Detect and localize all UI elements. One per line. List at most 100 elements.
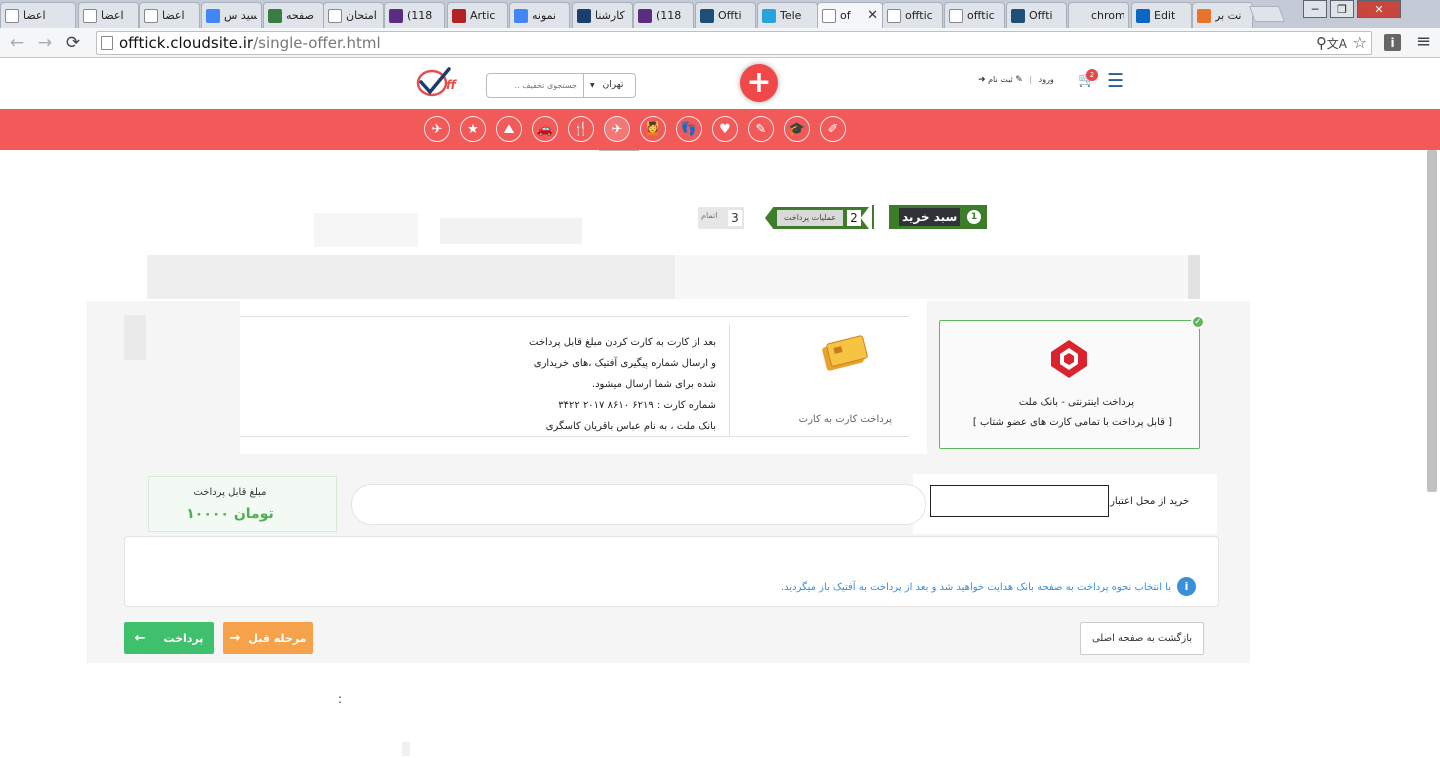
prev-step-button[interactable]: → مرحله قبل bbox=[223, 622, 313, 654]
cart-icon[interactable]: 🛒 2 bbox=[1078, 69, 1098, 90]
browser-tab[interactable]: Offti bbox=[1006, 2, 1067, 28]
browser-menu-icon[interactable]: ≡ bbox=[1416, 31, 1431, 52]
reload-button[interactable]: ⟳ bbox=[62, 32, 84, 54]
pay-button-label: پرداخت bbox=[163, 631, 204, 645]
category-icon[interactable]: ✎ bbox=[748, 116, 774, 142]
category-icon[interactable]: ♥ bbox=[712, 116, 738, 142]
tab-title: Tele bbox=[780, 9, 802, 22]
url-path: /single-offer.html bbox=[253, 34, 381, 52]
browser-tab[interactable]: of ✕ bbox=[817, 2, 883, 28]
browser-tab[interactable]: سید س bbox=[201, 2, 262, 28]
category-icon[interactable]: ✈ bbox=[424, 116, 450, 142]
category-icon[interactable]: ★ bbox=[460, 116, 486, 142]
city-value: تهران bbox=[602, 80, 624, 90]
credit-card-icon bbox=[820, 333, 870, 373]
browser-tab[interactable]: نمونه bbox=[509, 2, 570, 28]
scrollbar-thumb[interactable] bbox=[1427, 150, 1437, 492]
linkedin-icon bbox=[1136, 8, 1150, 23]
tab-title: نت بر bbox=[1215, 9, 1242, 22]
bank-option-title: پرداخت اینترنتی - بانک ملت bbox=[1018, 397, 1134, 408]
auth-links: ➜ ورود | ✎ ثبت نام bbox=[978, 75, 1054, 85]
doc-icon bbox=[822, 8, 836, 23]
minimize-button[interactable]: ─ bbox=[1303, 0, 1327, 18]
category-icon[interactable]: 🎓 bbox=[784, 116, 810, 142]
category-icon[interactable]: ✐ bbox=[820, 116, 846, 142]
browser-tab[interactable]: (118 bbox=[384, 2, 445, 28]
browser-tab[interactable]: اعضا bbox=[78, 2, 139, 28]
selected-check-icon: ✓ bbox=[1191, 315, 1205, 329]
doc-icon bbox=[949, 8, 963, 23]
telegram-icon bbox=[762, 8, 776, 23]
browser-tab[interactable]: chrome- bbox=[1068, 2, 1129, 28]
back-home-button[interactable]: بازگشت به صفحه اصلی bbox=[1080, 622, 1204, 655]
browser-tab[interactable]: نت بر bbox=[1192, 2, 1253, 28]
doc-icon bbox=[144, 8, 158, 23]
browser-tab[interactable]: اعضا bbox=[139, 2, 200, 28]
faded-panel bbox=[147, 255, 676, 299]
browser-tab[interactable]: صفحه bbox=[263, 2, 324, 28]
tab-title: Edit bbox=[1154, 9, 1176, 22]
city-select[interactable]: ▼ تهران bbox=[583, 74, 635, 97]
faded-panel bbox=[675, 255, 1200, 299]
step-1-cart[interactable]: سبد خرید 1 bbox=[889, 205, 987, 229]
bookmark-star-icon[interactable]: ☆ bbox=[1353, 32, 1367, 54]
credit-input[interactable] bbox=[351, 484, 926, 525]
maximize-button[interactable]: ❐ bbox=[1330, 0, 1354, 18]
browser-tab[interactable]: Edit bbox=[1131, 2, 1192, 28]
category-icon[interactable]: 💆 bbox=[640, 116, 666, 142]
browser-tab[interactable]: offtic bbox=[882, 2, 943, 28]
tab-title: اعضا bbox=[101, 9, 124, 22]
menu-icon[interactable]: ☰ bbox=[1107, 70, 1124, 92]
add-offer-button[interactable]: + bbox=[740, 64, 778, 102]
bank-mellat-option[interactable]: ✓ پرداخت اینترنتی - بانک ملت [ قابل پردا… bbox=[939, 315, 1205, 449]
extension-info-icon[interactable]: i bbox=[1384, 34, 1401, 51]
category-icon[interactable]: 👣 bbox=[676, 116, 702, 142]
tab-title: Artic bbox=[470, 9, 496, 22]
category-icon[interactable]: 🍴 bbox=[568, 116, 594, 142]
search-input[interactable] bbox=[487, 74, 583, 97]
new-tab-button[interactable] bbox=[1249, 6, 1285, 22]
faded-panel bbox=[1188, 255, 1200, 299]
browser-tab[interactable]: offtic bbox=[944, 2, 1005, 28]
bars-icon bbox=[452, 8, 466, 23]
page-scrollbar[interactable] bbox=[1424, 150, 1440, 758]
e-icon bbox=[1197, 8, 1211, 23]
back-button[interactable]: ← bbox=[6, 32, 28, 54]
card-option-title: پرداخت کارت به کارت bbox=[798, 414, 892, 425]
site-logo[interactable]: ff bbox=[416, 65, 462, 99]
zoom-icon[interactable]: ⚲ bbox=[1316, 32, 1327, 54]
tab-title: Offti bbox=[1029, 9, 1053, 22]
close-tab-icon[interactable]: ✕ bbox=[867, 8, 878, 23]
credit-checkbox[interactable] bbox=[930, 485, 1109, 517]
category-icon[interactable]: ⛰ bbox=[496, 116, 522, 142]
forward-button[interactable]: → bbox=[34, 32, 56, 54]
card-instructions: بعد از کارت به کارت کردن مبلغ قابل پرداخ… bbox=[480, 332, 716, 437]
category-icon[interactable]: 🚗 bbox=[532, 116, 558, 142]
bank-option-subtitle: [ قابل پرداخت با تمامی کارت های عضو شتاب… bbox=[972, 417, 1172, 428]
step-3-finish[interactable]: اتمام 3 bbox=[698, 207, 744, 229]
browser-tab[interactable]: Artic bbox=[447, 2, 508, 28]
browser-tab[interactable]: Offti bbox=[695, 2, 756, 28]
browser-tab[interactable]: (118 bbox=[633, 2, 694, 28]
step-2-payment[interactable]: عملیات پرداخت 2 bbox=[765, 207, 869, 229]
notice-box: i با انتخاب نحوه پرداخت به صفحه بانک هدا… bbox=[124, 536, 1219, 607]
step-3-number: 3 bbox=[728, 210, 742, 226]
close-window-button[interactable]: ✕ bbox=[1357, 0, 1401, 18]
browser-tab[interactable]: Tele bbox=[757, 2, 818, 28]
pay-button[interactable]: ← پرداخت bbox=[124, 622, 214, 654]
browser-toolbar: ← → ⟳ offtick.cloudsite.ir/single-offer.… bbox=[0, 28, 1440, 58]
register-link[interactable]: ثبت نام bbox=[988, 75, 1013, 84]
login-link[interactable]: ورود bbox=[1039, 75, 1054, 84]
category-icon[interactable]: ✈ bbox=[604, 116, 630, 142]
browser-tab[interactable]: کارشنا bbox=[572, 2, 633, 28]
b-icon bbox=[577, 8, 591, 23]
prev-button-label: مرحله قبل bbox=[248, 631, 307, 645]
translate-icon[interactable]: 文A bbox=[1327, 33, 1347, 55]
site-header: ff ▼ تهران + ➜ ورود | ✎ ثبت نام 🛒 2 ☰ bbox=[0, 59, 1440, 109]
address-bar[interactable]: offtick.cloudsite.ir/single-offer.html ⚲… bbox=[96, 31, 1372, 55]
browser-tab[interactable]: اعضا bbox=[0, 2, 76, 28]
offtick-icon bbox=[700, 8, 714, 23]
browser-tab[interactable]: امتحان bbox=[323, 2, 384, 28]
card-to-card-option[interactable]: پرداخت کارت به کارت بعد از کارت به کارت … bbox=[240, 299, 927, 454]
offtick-icon bbox=[1011, 8, 1025, 23]
